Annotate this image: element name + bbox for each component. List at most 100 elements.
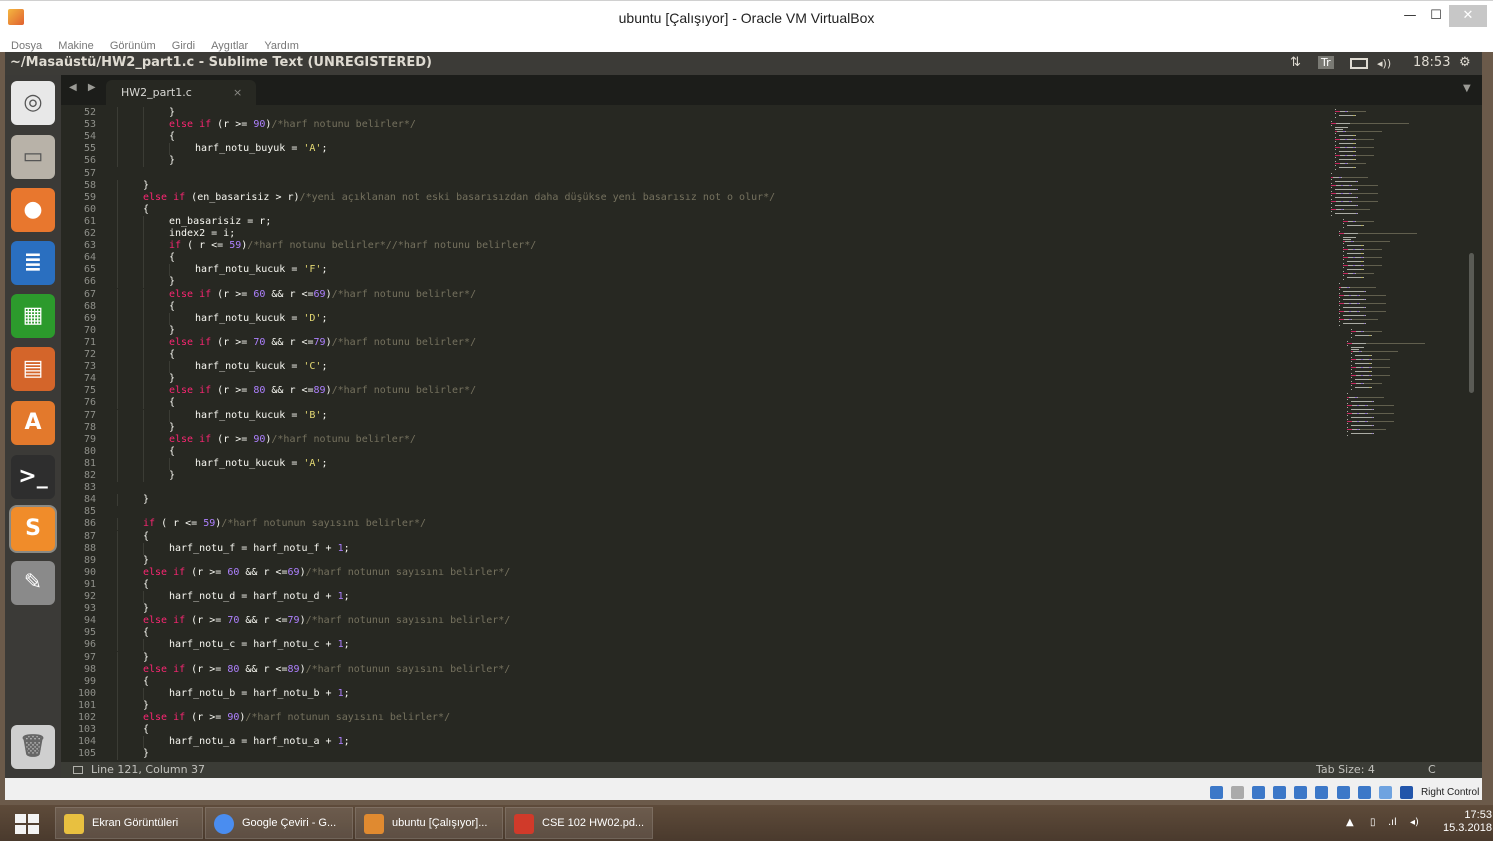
optical-drive-icon[interactable] xyxy=(1231,786,1245,799)
code-line[interactable]: 93} xyxy=(61,603,1321,615)
code-line[interactable]: 87 { xyxy=(61,531,1321,543)
code-line[interactable]: 78} xyxy=(61,422,1321,434)
menu-yardim[interactable]: Yardım xyxy=(264,40,299,52)
sublime-text-icon[interactable]: S xyxy=(11,507,55,551)
code-line[interactable]: 61 en_basarisiz = r; xyxy=(61,216,1321,228)
scrollbar-thumb[interactable] xyxy=(1469,253,1474,393)
code-line[interactable]: 70} xyxy=(61,325,1321,337)
code-line[interactable]: 67 else if (r >= 60 && r <=69)/*harf notu… xyxy=(61,289,1321,301)
network-icon[interactable]: ⇅ xyxy=(1290,55,1301,70)
syntax-selector[interactable]: C xyxy=(1428,763,1436,776)
menu-girdi[interactable]: Girdi xyxy=(172,40,195,52)
code-line[interactable]: 66} xyxy=(61,276,1321,288)
tab-size-selector[interactable]: Tab Size: 4 xyxy=(1316,763,1375,776)
code-line[interactable]: 65 harf_notu_kucuk = 'F'; xyxy=(61,264,1321,276)
code-line[interactable]: 100 harf_notu_b = harf_notu_b + 1; xyxy=(61,688,1321,700)
code-line[interactable]: 57 xyxy=(61,168,1321,180)
menu-aygitlar[interactable]: Aygıtlar xyxy=(211,40,248,52)
code-line[interactable]: 90 else if (r >= 60 && r <=69)/*harf notu… xyxy=(61,567,1321,579)
tab-dropdown-icon[interactable]: ▼ xyxy=(1463,83,1471,94)
panel-toggle-icon[interactable] xyxy=(73,766,83,774)
code-line[interactable]: 85 xyxy=(61,506,1321,518)
mouse-integration-icon[interactable] xyxy=(1378,786,1392,799)
trash-icon[interactable]: 🗑 xyxy=(11,725,55,769)
code-line[interactable]: 75 else if (r >= 80 && r <=89)/*harf notu… xyxy=(61,385,1321,397)
code-line[interactable]: 80 { xyxy=(61,446,1321,458)
code-line[interactable]: 55 harf_notu_buyuk = 'A'; xyxy=(61,143,1321,155)
firefox-icon[interactable]: ● xyxy=(11,188,55,232)
close-button[interactable]: ✕ xyxy=(1449,5,1487,27)
menu-dosya[interactable]: Dosya xyxy=(11,40,42,52)
menu-gorunum[interactable]: Görünüm xyxy=(110,40,156,52)
code-line[interactable]: 73 harf_notu_kucuk = 'C'; xyxy=(61,361,1321,373)
code-line[interactable]: 101} xyxy=(61,700,1321,712)
code-line[interactable]: 71 else if (r >= 70 && r <=79)/*harf notu… xyxy=(61,337,1321,349)
impress-icon[interactable]: ▤ xyxy=(11,347,55,391)
usb-icon[interactable] xyxy=(1294,786,1308,799)
code-line[interactable]: 102 else if (r >= 90)/*harf notunun sayıs… xyxy=(61,712,1321,724)
code-line[interactable]: 76 { xyxy=(61,397,1321,409)
code-line[interactable]: 72 { xyxy=(61,349,1321,361)
code-line[interactable]: 103 { xyxy=(61,724,1321,736)
code-line[interactable]: 68 { xyxy=(61,301,1321,313)
code-line[interactable]: 53 else if (r >= 90)/*harf notunu belirle… xyxy=(61,119,1321,131)
keyboard-layout-indicator[interactable]: Tr xyxy=(1318,56,1334,69)
code-line[interactable]: 105} xyxy=(61,748,1321,760)
code-line[interactable]: 56} xyxy=(61,155,1321,167)
tray-network-icon[interactable]: .ıl xyxy=(1388,817,1397,828)
terminal-icon[interactable]: >_ xyxy=(11,455,55,499)
calc-icon[interactable]: ▦ xyxy=(11,294,55,338)
hard-disk-icon[interactable] xyxy=(1210,786,1223,799)
code-line[interactable]: 81 harf_notu_kucuk = 'A'; xyxy=(61,458,1321,470)
code-editor[interactable]: 52} 53 else if (r >= 90)/*harf notunu beli… xyxy=(61,105,1482,762)
code-line[interactable]: 62 index2 = i; xyxy=(61,228,1321,240)
tray-clock[interactable]: 17:53 15.3.2018 xyxy=(1443,809,1492,835)
code-line[interactable]: 69 harf_notu_kucuk = 'D'; xyxy=(61,313,1321,325)
tray-expand-icon[interactable]: ▲ xyxy=(1346,817,1354,828)
files-icon[interactable]: ▭ xyxy=(11,135,55,179)
code-line[interactable]: 99 { xyxy=(61,676,1321,688)
tab-close-icon[interactable]: × xyxy=(233,86,242,99)
tab-hw2-part1[interactable]: HW2_part1.c × xyxy=(106,80,256,105)
code-line[interactable]: 91 { xyxy=(61,579,1321,591)
keyboard-capture-icon[interactable] xyxy=(1399,786,1413,799)
taskbar-item-chrome[interactable]: Google Çeviri - G... xyxy=(205,807,353,839)
windows-start-icon[interactable] xyxy=(15,814,39,834)
code-line[interactable]: 79 else if (r >= 90)/*harf notunu belirle… xyxy=(61,434,1321,446)
code-line[interactable]: 59 else if (en_basarisiz > r)/*yeni açıkl… xyxy=(61,192,1321,204)
maximize-button[interactable]: ☐ xyxy=(1423,5,1449,27)
display-icon[interactable] xyxy=(1336,786,1350,799)
code-line[interactable]: 104 harf_notu_a = harf_notu_a + 1; xyxy=(61,736,1321,748)
tray-battery-icon[interactable]: ▯ xyxy=(1370,817,1376,828)
code-line[interactable]: 52} xyxy=(61,107,1321,119)
shared-folder-icon[interactable] xyxy=(1315,786,1329,799)
taskbar-item-pdf[interactable]: CSE 102 HW02.pd... xyxy=(505,807,653,839)
ubuntu-dash-icon[interactable]: ◎ xyxy=(11,81,55,125)
code-line[interactable]: 94 else if (r >= 70 && r <=79)/*harf notu… xyxy=(61,615,1321,627)
system-settings-icon[interactable]: ✎ xyxy=(11,561,55,605)
audio-icon[interactable] xyxy=(1252,786,1266,799)
code-line[interactable]: 86 if ( r <= 59)/*harf notunun sayısını b… xyxy=(61,518,1321,530)
code-line[interactable]: 60 { xyxy=(61,204,1321,216)
code-line[interactable]: 88 harf_notu_f = harf_notu_f + 1; xyxy=(61,543,1321,555)
code-line[interactable]: 83 xyxy=(61,482,1321,494)
code-line[interactable]: 77 harf_notu_kucuk = 'B'; xyxy=(61,410,1321,422)
minimize-button[interactable]: — xyxy=(1397,5,1423,27)
taskbar-item-virtualbox[interactable]: ubuntu [Çalışıyor]... xyxy=(355,807,503,839)
code-line[interactable]: 54 { xyxy=(61,131,1321,143)
code-line[interactable]: 74} xyxy=(61,373,1321,385)
code-line[interactable]: 96 harf_notu_c = harf_notu_c + 1; xyxy=(61,639,1321,651)
system-settings-gear-icon[interactable]: ⚙ xyxy=(1459,55,1471,70)
writer-icon[interactable]: ≣ xyxy=(11,241,55,285)
battery-icon[interactable] xyxy=(1350,58,1368,69)
code-line[interactable]: 95 { xyxy=(61,627,1321,639)
tray-volume-icon[interactable]: ◂) xyxy=(1410,817,1419,828)
panel-clock[interactable]: 18:53 xyxy=(1413,55,1450,70)
tab-nav-arrows-icon[interactable]: ◀ ▶ xyxy=(69,82,100,93)
minimap[interactable] xyxy=(1323,105,1471,762)
code-line[interactable]: 82} xyxy=(61,470,1321,482)
code-line[interactable]: 97} xyxy=(61,652,1321,664)
taskbar-item-explorer[interactable]: Ekran Görüntüleri xyxy=(55,807,203,839)
menu-makine[interactable]: Makine xyxy=(58,40,93,52)
video-capture-icon[interactable] xyxy=(1357,786,1371,799)
